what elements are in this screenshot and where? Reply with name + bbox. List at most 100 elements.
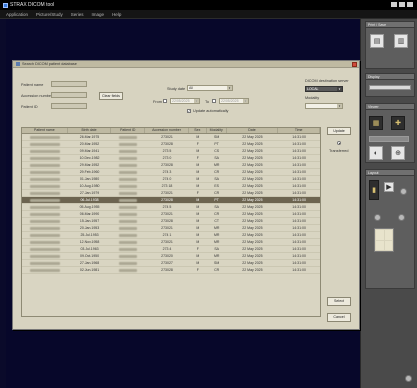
cine-icon[interactable]: ▶ [384, 182, 394, 192]
table-cell: 14:31:00 [292, 247, 306, 251]
rotate-icon[interactable] [400, 188, 407, 195]
zoom-icon[interactable]: ⊕ [391, 146, 405, 160]
display-input[interactable] [369, 85, 411, 90]
table-row[interactable]: 03.Jul.1963 273 4 F SA 22 May 2025 14:31:00 [22, 246, 320, 253]
from-checkbox[interactable] [163, 99, 167, 103]
maximize-icon[interactable] [399, 2, 405, 7]
table-row[interactable]: 10.Dec.1982 273 0 F SA 22 May 2025 14:31:00 [22, 155, 320, 162]
viewer-section: Viewer ▦ ✚ ◐ ⊕ [365, 103, 415, 163]
to-date-picker[interactable]: 22/05/2025 ▾ [219, 98, 249, 104]
table-cell: PT [214, 142, 219, 146]
menu-item[interactable]: Picture/Study [36, 12, 63, 17]
table-cell: 29.Mar.1952 [79, 163, 100, 167]
table-row[interactable]: 12.Nov.1958 273021 M MR 22 May 2025 14:31:00 [22, 239, 320, 246]
transferred-radio[interactable] [337, 141, 341, 145]
table-cell: SA [214, 177, 219, 181]
dicom-node-select[interactable]: LOCAL ▾ [305, 86, 343, 92]
patient-name-field[interactable] [51, 81, 87, 87]
cancel-button[interactable]: Cancel [327, 313, 351, 322]
redacted-value [29, 205, 60, 209]
table-row[interactable]: 01.Jan.1980 274 0 M SA 22 May 2025 14:31:00 [22, 176, 320, 183]
to-checkbox[interactable] [212, 99, 216, 103]
slider-track[interactable] [369, 136, 409, 142]
table-row[interactable]: 02.Jun.1981 273028 F CR 22 May 2025 14:31:00 [22, 267, 320, 274]
table-row[interactable]: 15.Jan.1957 273028 M CT 22 May 2025 14:31:00 [22, 218, 320, 225]
column-header[interactable]: Birth date [68, 128, 112, 133]
clear-button[interactable]: Clear fields [99, 92, 123, 100]
menu-item[interactable]: Image [92, 12, 105, 17]
table-cell: CR [214, 212, 220, 216]
table-cell [22, 169, 68, 175]
redacted-value [29, 254, 60, 258]
menu-item[interactable]: Series [71, 12, 84, 17]
close-icon[interactable] [407, 2, 413, 7]
series-icon[interactable]: ▮ [369, 180, 379, 200]
table-row[interactable]: 06.Jul.1938 273028 M PT 22 May 2025 14:31:00 [22, 197, 320, 204]
redacted-value [29, 156, 60, 160]
minimize-icon[interactable] [391, 2, 397, 7]
patient-id-field[interactable] [51, 103, 87, 109]
table-cell: MR [213, 254, 220, 258]
close-icon[interactable] [352, 62, 357, 67]
table-row[interactable]: 09.Oct.1950 273020 M MR 22 May 2025 14:31:00 [22, 253, 320, 260]
table-cell: M [196, 205, 200, 209]
table-cell [22, 190, 68, 196]
save-icon[interactable]: ▥ [394, 34, 408, 48]
table-row[interactable]: 20.Mar.1952 273028 F PT 22 May 2025 14:31:00 [22, 141, 320, 148]
table-row[interactable]: 09.Mar.1941 273 5 M CS 22 May 2025 14:31:00 [22, 148, 320, 155]
table-cell: 14:31:00 [292, 261, 306, 265]
table-row[interactable]: 27.Jan.1968 273027 M SM 22 May 2025 14:31:00 [22, 260, 320, 267]
table-cell: 22 May 2025 [242, 261, 263, 265]
table-row[interactable]: 05.Aug.1955 274 5 M SA 22 May 2025 14:31:00 [22, 204, 320, 211]
redacted-value [29, 177, 60, 181]
table-row[interactable]: 06.Mar.1990 273021 M CR 22 May 2025 14:31:00 [22, 211, 320, 218]
update-button[interactable]: Update [327, 127, 351, 135]
table-cell: M [196, 135, 200, 139]
table-cell: CT [214, 219, 219, 223]
right-tool-panel: Print / Save ▤ ▥ Display Viewer ▦ ✚ ◐ ⊕ … [360, 19, 417, 388]
table-cell: 06.Jul.1938 [80, 198, 99, 202]
menu-item[interactable]: Application [6, 12, 28, 17]
redacted-value [29, 268, 60, 272]
table-row[interactable]: 29.Mar.1952 273028 M MR 22 May 2025 14:31:00 [22, 162, 320, 169]
table-cell: 273028 [161, 142, 173, 146]
table-cell [111, 211, 145, 217]
column-header[interactable]: Sex [189, 128, 207, 133]
table-row[interactable]: 27.Jan.1979 273021 F CR 22 May 2025 14:31:00 [22, 190, 320, 197]
modality-select[interactable]: ▾ [305, 103, 343, 109]
table-cell: 273028 [161, 163, 173, 167]
column-header[interactable]: Patient name [22, 128, 68, 133]
reset-icon[interactable] [398, 214, 405, 221]
menu-item[interactable]: Help [112, 12, 121, 17]
column-header[interactable]: Modality [207, 128, 227, 133]
table-row[interactable]: 29.Feb.1960 274 3 M CR 22 May 2025 14:31:00 [22, 169, 320, 176]
grid-icon[interactable]: ▦ [369, 116, 383, 130]
select-button[interactable]: Select [327, 297, 351, 306]
layout-grid[interactable] [374, 228, 394, 252]
table-row[interactable]: 10.Aug.1980 273 18 M ES 22 May 2025 14:31:00 [22, 183, 320, 190]
table-row[interactable]: 26.Mar.1975 273021 M SM 22 May 2025 14:31:00 [22, 134, 320, 141]
column-header[interactable]: Accession number [145, 128, 189, 133]
table-cell: M [196, 254, 200, 258]
column-header[interactable]: Time [278, 128, 320, 133]
column-header[interactable]: Date [227, 128, 279, 133]
settings-icon[interactable] [405, 375, 412, 382]
layout-icon[interactable]: ✚ [391, 116, 405, 130]
from-date-picker[interactable]: 22/05/2025 ▾ [170, 98, 200, 104]
update-auto-checkbox[interactable]: ✓ [187, 109, 191, 113]
table-cell [22, 183, 68, 189]
study-date-select[interactable]: All ▾ [187, 85, 233, 91]
table-row[interactable]: 25.Jul.1953 274 1 M MR 22 May 2025 14:31:00 [22, 232, 320, 239]
redacted-value [119, 226, 138, 230]
table-cell [111, 176, 145, 182]
table-row[interactable]: 20.Jan.1953 273021 M MR 22 May 2025 14:31:00 [22, 225, 320, 232]
window-level-icon[interactable]: ◐ [369, 146, 383, 160]
flip-icon[interactable] [374, 214, 381, 221]
redacted-value [119, 149, 138, 153]
table-cell: 274 1 [162, 233, 172, 237]
table-cell [111, 190, 145, 196]
accession-field[interactable] [51, 92, 87, 98]
print-icon[interactable]: ▤ [370, 34, 384, 48]
table-cell: 14:31:00 [292, 198, 306, 202]
column-header[interactable]: Patient ID [111, 128, 146, 133]
